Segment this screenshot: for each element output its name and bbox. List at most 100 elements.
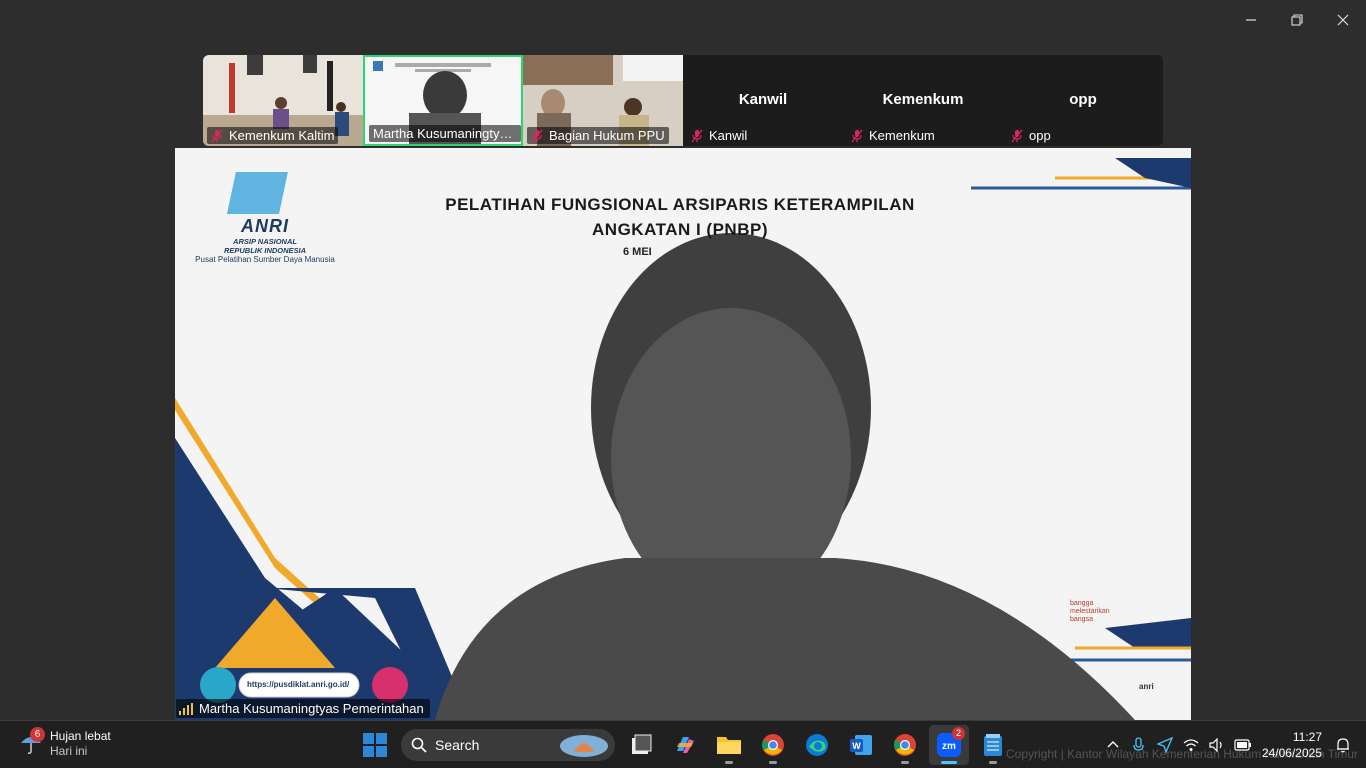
signal-strength-icon bbox=[179, 702, 193, 715]
restore-button[interactable] bbox=[1274, 6, 1320, 34]
slide-title-line-1: PELATIHAN FUNGSIONAL ARSIPARIS KETERAMPI… bbox=[445, 195, 915, 214]
taskbar: 6 Hujan lebat Hari ini Search W zm 2 Cop… bbox=[0, 720, 1366, 768]
edge-button[interactable] bbox=[797, 725, 837, 765]
location-tray-button[interactable] bbox=[1154, 734, 1176, 756]
svg-text:zm: zm bbox=[942, 741, 956, 752]
battery-icon bbox=[1234, 739, 1251, 751]
bell-icon bbox=[1337, 738, 1349, 753]
running-indicator bbox=[989, 761, 997, 764]
anri-logo: ANRI ARSIP NASIONAL REPUBLIK INDONESIA P… bbox=[195, 166, 335, 265]
running-indicator bbox=[901, 761, 909, 764]
clock-time: 11:27 bbox=[1292, 730, 1322, 744]
clock-date: 24/06/2025 bbox=[1261, 746, 1322, 760]
taskbar-search[interactable]: Search bbox=[401, 729, 615, 761]
copilot-button[interactable] bbox=[665, 725, 705, 765]
file-explorer-button[interactable] bbox=[709, 725, 749, 765]
folder-icon bbox=[717, 737, 741, 754]
notification-badge: 2 bbox=[952, 727, 965, 740]
slide-corner-text: anri bbox=[1139, 682, 1154, 691]
participant-tile-martha[interactable]: Martha Kusumaningtyas ... bbox=[363, 55, 523, 146]
participant-tile-kanwil[interactable]: Kanwil Kanwil bbox=[683, 55, 843, 146]
slide-title: PELATIHAN FUNGSIONAL ARSIPARIS KETERAMPI… bbox=[425, 192, 935, 242]
logo-subtitle-2: REPUBLIK INDONESIA bbox=[223, 246, 307, 255]
chrome-icon bbox=[762, 734, 784, 756]
participant-name-label: opp bbox=[1007, 127, 1055, 144]
system-clock[interactable]: 11:27 24/06/2025 bbox=[1262, 729, 1322, 761]
participant-name-label: Kanwil bbox=[687, 127, 751, 144]
minimize-icon bbox=[1246, 19, 1256, 21]
chrome-icon bbox=[894, 734, 916, 756]
chrome-button[interactable] bbox=[753, 725, 793, 765]
svg-text:W: W bbox=[852, 741, 861, 751]
participant-gallery: Kemenkum Kaltim Martha Kusumaningtyas ..… bbox=[203, 55, 1163, 146]
notepad-icon bbox=[984, 734, 1002, 756]
rain-umbrella-icon: 6 bbox=[18, 727, 45, 755]
notifications-button[interactable] bbox=[1332, 734, 1354, 756]
start-button[interactable] bbox=[355, 725, 395, 765]
participant-tile-kemenkum[interactable]: Kemenkum Kemenkum bbox=[843, 55, 1003, 146]
show-hidden-icons-button[interactable] bbox=[1102, 734, 1124, 756]
weather-title: Hujan lebat bbox=[50, 729, 111, 743]
muted-mic-icon bbox=[1011, 129, 1023, 142]
taskbar-apps: Search W zm 2 bbox=[355, 725, 1017, 765]
participant-name: Kanwil bbox=[709, 128, 748, 143]
task-view-icon bbox=[632, 734, 652, 754]
participant-name-label: Martha Kusumaningtyas ... bbox=[369, 125, 521, 142]
logo-subtitle-1: ARSIP NASIONAL bbox=[233, 237, 297, 246]
windows-logo-icon bbox=[363, 733, 387, 757]
muted-mic-icon bbox=[531, 129, 543, 142]
chrome-profile-button[interactable] bbox=[885, 725, 925, 765]
weather-widget[interactable]: 6 Hujan lebat Hari ini bbox=[18, 727, 111, 759]
search-icon bbox=[411, 737, 427, 753]
close-button[interactable] bbox=[1320, 6, 1366, 34]
running-indicator bbox=[941, 761, 957, 764]
participant-name: opp bbox=[1029, 128, 1051, 143]
wifi-icon bbox=[1183, 739, 1199, 751]
word-icon: W bbox=[850, 735, 872, 755]
chevron-up-icon bbox=[1107, 741, 1119, 748]
participant-name: Martha Kusumaningtyas ... bbox=[373, 126, 517, 141]
wifi-button[interactable] bbox=[1180, 734, 1202, 756]
participant-name: Bagian Hukum PPU bbox=[549, 128, 665, 143]
weather-subtitle: Hari ini bbox=[50, 744, 88, 758]
muted-mic-icon bbox=[851, 129, 863, 142]
slide-date: 6 MEI bbox=[623, 246, 652, 258]
microphone-icon bbox=[1133, 737, 1144, 751]
participant-display-name: Kemenkum bbox=[882, 91, 964, 108]
microphone-tray-button[interactable] bbox=[1128, 734, 1150, 756]
search-placeholder: Search bbox=[435, 737, 480, 753]
speaker-name-label: Martha Kusumaningtyas Pemerintahan bbox=[176, 699, 430, 718]
speaker-icon bbox=[1209, 738, 1222, 752]
muted-mic-icon bbox=[691, 129, 703, 142]
speaker-name: Martha Kusumaningtyas Pemerintahan bbox=[199, 701, 424, 716]
logo-text: ANRI bbox=[241, 216, 289, 236]
running-indicator bbox=[725, 761, 733, 764]
close-icon bbox=[1337, 14, 1349, 26]
slide-slogan: bangga melestarikan bangsa bbox=[1070, 600, 1110, 623]
word-button[interactable]: W bbox=[841, 725, 881, 765]
logo-subtitle-3: Pusat Pelatihan Sumber Daya Manusia bbox=[195, 255, 335, 264]
location-arrow-icon bbox=[1156, 737, 1173, 753]
minimize-button[interactable] bbox=[1228, 6, 1274, 34]
restore-icon bbox=[1291, 14, 1303, 26]
slide-title-line-2: ANGKATAN I (PNBP) bbox=[592, 220, 768, 239]
battery-button[interactable] bbox=[1232, 734, 1254, 756]
zoom-button[interactable]: zm 2 bbox=[929, 725, 969, 765]
participant-tile-kemenkum-kaltim[interactable]: Kemenkum Kaltim bbox=[203, 55, 363, 146]
participant-name: Kemenkum bbox=[869, 128, 935, 143]
participant-name: Kemenkum Kaltim bbox=[229, 128, 335, 143]
edge-icon bbox=[806, 734, 828, 756]
participant-name-label: Bagian Hukum PPU bbox=[527, 127, 669, 144]
running-indicator bbox=[769, 761, 777, 764]
participant-tile-bagian-hukum-ppu[interactable]: Bagian Hukum PPU bbox=[523, 55, 683, 146]
window-controls bbox=[1228, 6, 1366, 34]
task-view-button[interactable] bbox=[621, 725, 661, 765]
active-speaker-video[interactable]: ANRI ARSIP NASIONAL REPUBLIK INDONESIA P… bbox=[175, 148, 1191, 720]
participant-display-name: opp bbox=[1069, 91, 1097, 108]
copilot-icon bbox=[677, 737, 694, 753]
volume-button[interactable] bbox=[1206, 734, 1228, 756]
participant-tile-opp[interactable]: opp opp bbox=[1003, 55, 1163, 146]
slide-url: https://pusdiklat.anri.go.id/ bbox=[247, 680, 350, 689]
participant-name-label: Kemenkum Kaltim bbox=[207, 127, 339, 144]
system-tray: 11:27 24/06/2025 bbox=[1100, 721, 1366, 768]
